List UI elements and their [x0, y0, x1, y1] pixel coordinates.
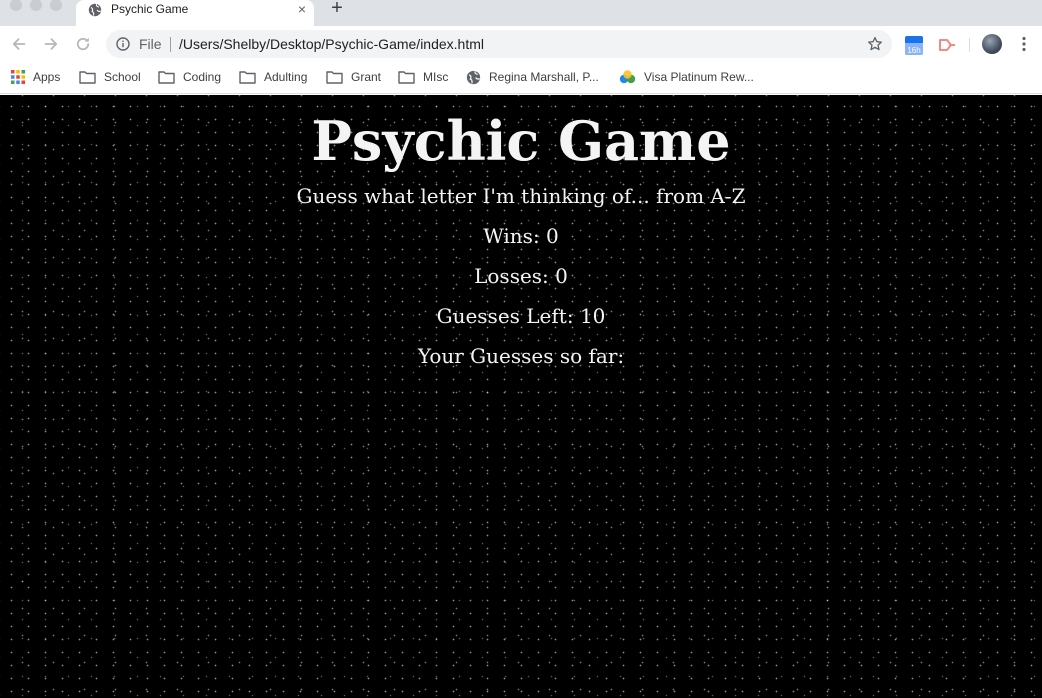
wins-counter: Wins: 0: [0, 224, 1042, 248]
bookmark-label: School: [104, 70, 141, 84]
folder-icon: [326, 71, 343, 84]
globe-icon: [466, 70, 481, 84]
bookmark-folder-misc[interactable]: MIsc: [398, 68, 448, 86]
page-title: Psychic Game: [311, 109, 731, 173]
tab-strip: Psychic Game × +: [0, 0, 1042, 26]
bookmark-regina-marshall[interactable]: Regina Marshall, P...: [466, 68, 599, 86]
wins-label: Wins:: [483, 224, 540, 248]
page-content: Psychic Game Guess what letter I'm think…: [0, 95, 1042, 698]
calendar-extension-icon[interactable]: 16h: [904, 34, 924, 56]
bookmark-visa-platinum[interactable]: Visa Platinum Rew...: [619, 68, 754, 86]
losses-counter: Losses: 0: [0, 264, 1042, 288]
forward-button[interactable]: [41, 34, 61, 54]
guesses-left-counter: Guesses Left: 10: [0, 304, 1042, 328]
visa-logo-icon: [619, 70, 636, 84]
toolbar-divider: [969, 38, 970, 52]
close-window-button[interactable]: [10, 0, 22, 11]
bookmark-label: Regina Marshall, P...: [489, 70, 599, 84]
back-button[interactable]: [9, 34, 29, 54]
guesses-so-far-label: Your Guesses so far:: [417, 344, 625, 368]
info-icon[interactable]: [116, 37, 130, 51]
url-scheme: File: [139, 36, 162, 52]
calendar-badge: 16h: [907, 46, 920, 55]
bookmark-label: Coding: [183, 70, 222, 84]
wins-value: 0: [546, 224, 559, 248]
tab-psychic-game[interactable]: Psychic Game ×: [76, 0, 314, 26]
arrow-left-icon: [12, 38, 26, 50]
folder-icon: [158, 71, 175, 84]
bookmark-apps[interactable]: Apps: [11, 68, 60, 86]
folder-icon: [398, 71, 415, 84]
apps-grid-icon: [11, 70, 25, 84]
more-vert-icon[interactable]: [1017, 36, 1031, 52]
bookmark-label: Apps: [33, 70, 61, 84]
guesses-left-value: 10: [579, 304, 606, 328]
globe-icon: [88, 3, 102, 17]
game-prompt: Guess what letter I'm thinking of... fro…: [296, 184, 746, 208]
bookmark-label: Visa Platinum Rew...: [644, 70, 754, 84]
folder-icon: [239, 71, 256, 84]
guesses-left-label: Guesses Left:: [436, 304, 574, 328]
tab-close-icon[interactable]: ×: [298, 1, 306, 17]
folder-icon: [79, 71, 96, 84]
browser-toolbar: File /Users/Shelby/Desktop/Psychic-Game/…: [0, 26, 1042, 62]
bookmark-label: Grant: [351, 70, 382, 84]
bookmark-folder-grant[interactable]: Grant: [326, 68, 381, 86]
address-bar[interactable]: File /Users/Shelby/Desktop/Psychic-Game/…: [106, 30, 892, 58]
cast-extension-icon[interactable]: [938, 36, 956, 54]
losses-value: 0: [555, 264, 568, 288]
url-text[interactable]: /Users/Shelby/Desktop/Psychic-Game/index…: [179, 36, 484, 52]
reload-button[interactable]: [73, 34, 93, 54]
zoom-window-button[interactable]: [50, 0, 62, 11]
bookmark-label: MIsc: [423, 70, 449, 84]
url-separator: [170, 37, 171, 52]
profile-avatar[interactable]: [982, 34, 1002, 54]
new-tab-button[interactable]: +: [328, 0, 346, 18]
losses-label: Losses:: [474, 264, 549, 288]
bookmark-folder-adulting[interactable]: Adulting: [239, 68, 307, 86]
minimize-window-button[interactable]: [30, 0, 42, 11]
bookmark-label: Adulting: [264, 70, 308, 84]
guesses-so-far: Your Guesses so far:: [0, 344, 1042, 368]
arrow-right-icon: [44, 38, 58, 50]
reload-icon: [76, 37, 90, 51]
tab-title: Psychic Game: [111, 2, 189, 16]
bookmarks-bar: Apps School Coding Adulting Grant MIsc R…: [0, 62, 1042, 94]
bookmark-folder-coding[interactable]: Coding: [158, 68, 221, 86]
bookmark-star-icon[interactable]: [867, 36, 883, 52]
bookmark-folder-school[interactable]: School: [79, 68, 141, 86]
